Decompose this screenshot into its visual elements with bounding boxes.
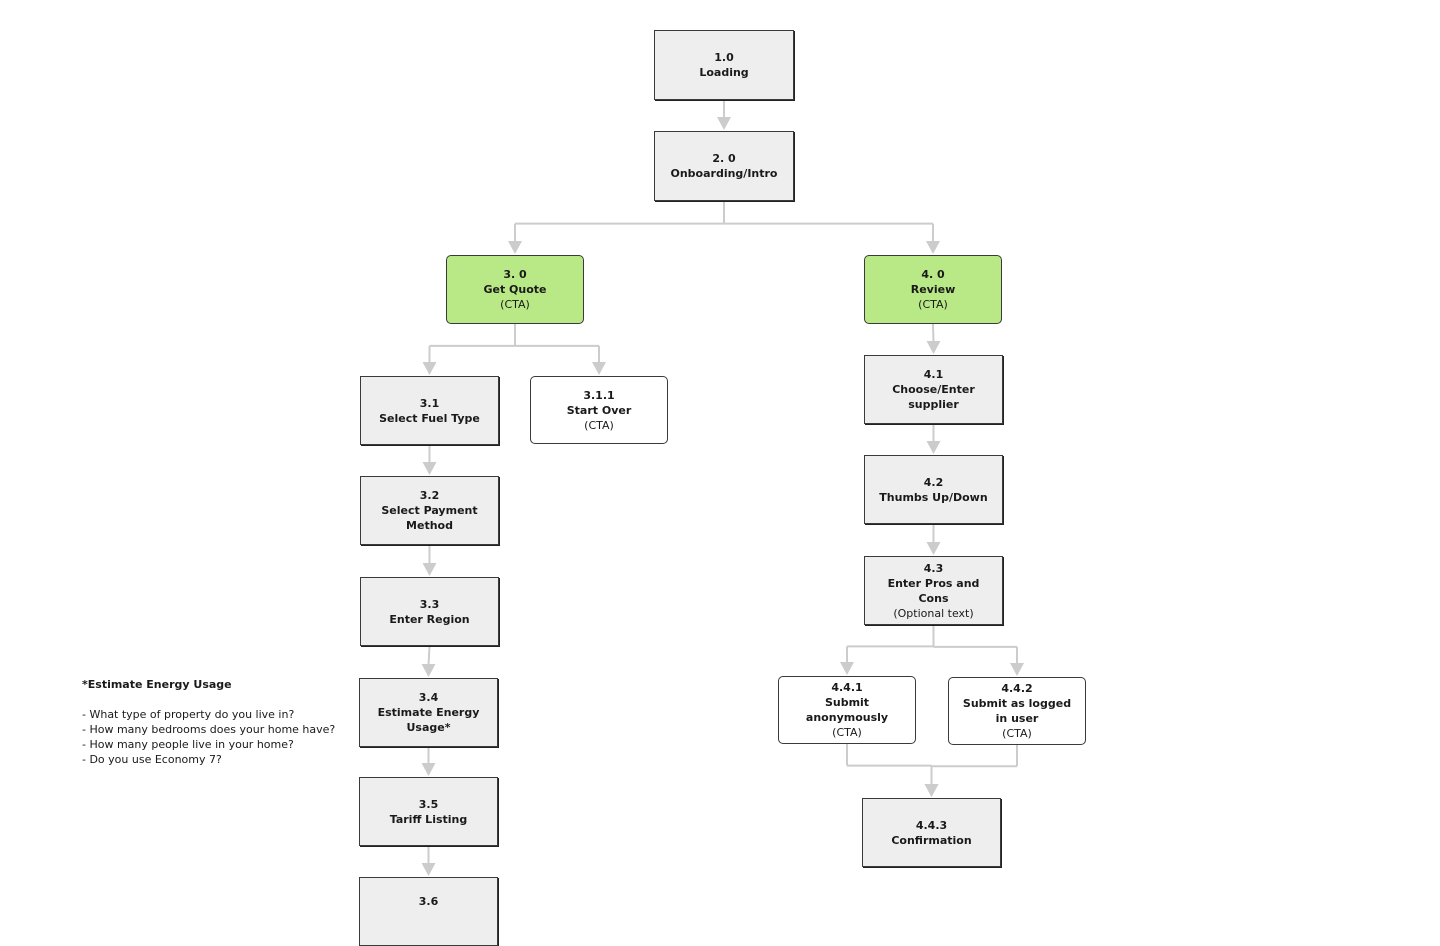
- node-number: 4.4.2: [1001, 682, 1033, 695]
- note-item: - What type of property do you live in?: [82, 708, 295, 721]
- arrowhead-icon: [422, 362, 437, 375]
- node-number: 4.4.3: [915, 818, 948, 832]
- arrowhead-icon: [422, 462, 437, 475]
- node-title: Choose/Enter supplier: [892, 383, 975, 411]
- node-title: Submit anonymously: [805, 696, 889, 724]
- estimate-energy-usage-note: *Estimate Energy Usage - What type of pr…: [82, 677, 335, 767]
- note-item: - How many people live in your home?: [82, 738, 294, 751]
- node-title: Onboarding/Intro: [670, 167, 778, 180]
- node-number: 3. 0: [503, 268, 527, 281]
- node-number: 2. 0: [712, 152, 736, 165]
- arrowhead-icon: [717, 117, 731, 130]
- note-item: - Do you use Economy 7?: [82, 753, 222, 766]
- node-3-5-tariff-listing[interactable]: 3.5 Tariff Listing: [359, 777, 498, 846]
- node-4-3-enter-pros-and-cons[interactable]: 4.3 Enter Pros and Cons (Optional text): [864, 556, 1003, 625]
- arrowhead-icon: [1010, 663, 1024, 676]
- node-number: 3.1.1: [583, 388, 615, 402]
- node-3-1-select-fuel-type[interactable]: 3.1 Select Fuel Type: [360, 376, 499, 445]
- arrowhead-icon: [926, 241, 940, 254]
- node-4-2-thumbs-up-down[interactable]: 4.2 Thumbs Up/Down: [864, 455, 1003, 524]
- node-title: Select Fuel Type: [379, 411, 480, 425]
- node-title: Submit as logged in user: [962, 697, 1072, 725]
- node-title: Loading: [699, 66, 749, 79]
- node-number: 4.2: [923, 475, 944, 489]
- node-4-1-choose-enter-supplier[interactable]: 4.1 Choose/Enter supplier: [864, 355, 1003, 424]
- node-3-6[interactable]: 3.6: [359, 877, 498, 946]
- node-4-0-review[interactable]: 4. 0 Review (CTA): [864, 255, 1002, 324]
- node-number: 3.3: [419, 597, 440, 611]
- node-subtitle: (CTA): [500, 298, 530, 311]
- node-title: Enter Pros and Cons: [887, 576, 980, 605]
- node-title: Review: [910, 283, 956, 296]
- node-3-4-estimate-energy-usage[interactable]: 3.4 Estimate Energy Usage*: [359, 678, 498, 747]
- node-number: 3.2: [419, 489, 440, 502]
- node-number: 4.1: [923, 368, 944, 381]
- arrowhead-icon: [508, 241, 522, 254]
- arrowhead-icon: [421, 863, 436, 876]
- arrowhead-icon: [422, 563, 437, 576]
- node-number: 3.6: [418, 895, 439, 908]
- node-title: Tariff Listing: [389, 812, 468, 826]
- node-subtitle: (CTA): [584, 418, 614, 432]
- node-2-0-onboarding[interactable]: 2. 0 Onboarding/Intro: [654, 131, 794, 201]
- arrowhead-icon: [421, 664, 436, 677]
- node-3-2-select-payment-method[interactable]: 3.2 Select Payment Method: [360, 476, 499, 545]
- node-title: Confirmation: [891, 833, 972, 847]
- node-number: 3.1: [419, 396, 440, 410]
- node-subtitle: (CTA): [918, 298, 948, 311]
- node-title: Select Payment Method: [381, 504, 478, 532]
- arrowhead-icon: [421, 763, 436, 776]
- node-1-0-loading[interactable]: 1.0 Loading: [654, 30, 794, 100]
- node-number: 4.3: [923, 561, 944, 575]
- connector-line: [427, 645, 431, 666]
- connector-line: [932, 323, 935, 343]
- node-4-4-2-submit-as-logged-in-user[interactable]: 4.4.2 Submit as logged in user (CTA): [948, 677, 1086, 745]
- node-number: 3.4: [418, 691, 439, 704]
- node-title: Get Quote: [483, 283, 547, 296]
- node-number: 4.4.1: [831, 681, 863, 694]
- node-number: 1.0: [714, 51, 734, 64]
- node-subtitle: (CTA): [832, 726, 862, 739]
- node-title: Start Over: [566, 403, 632, 417]
- node-title: Enter Region: [389, 612, 470, 626]
- arrowhead-icon: [926, 542, 941, 555]
- node-subtitle: (Optional text): [893, 606, 974, 620]
- note-title: *Estimate Energy Usage: [82, 678, 232, 691]
- node-subtitle: (CTA): [1002, 727, 1032, 740]
- node-4-4-3-confirmation[interactable]: 4.4.3 Confirmation: [862, 798, 1001, 867]
- node-title: Thumbs Up/Down: [879, 490, 988, 504]
- node-4-4-1-submit-anonymously[interactable]: 4.4.1 Submit anonymously (CTA): [778, 676, 916, 744]
- node-3-0-get-quote[interactable]: 3. 0 Get Quote (CTA): [446, 255, 584, 324]
- arrowhead-icon: [926, 441, 941, 454]
- arrowhead-icon: [926, 341, 941, 354]
- arrowhead-icon: [840, 662, 854, 675]
- node-number: 3.5: [418, 797, 439, 811]
- arrowhead-icon: [592, 362, 606, 375]
- node-3-3-enter-region[interactable]: 3.3 Enter Region: [360, 577, 499, 646]
- arrowhead-icon: [924, 784, 939, 797]
- node-number: 4. 0: [921, 268, 945, 281]
- arrowhead-icon: [924, 784, 939, 797]
- node-title: Estimate Energy Usage*: [377, 706, 480, 734]
- note-item: - How many bedrooms does your home have?: [82, 723, 336, 736]
- node-3-1-1-start-over[interactable]: 3.1.1 Start Over (CTA): [530, 376, 668, 444]
